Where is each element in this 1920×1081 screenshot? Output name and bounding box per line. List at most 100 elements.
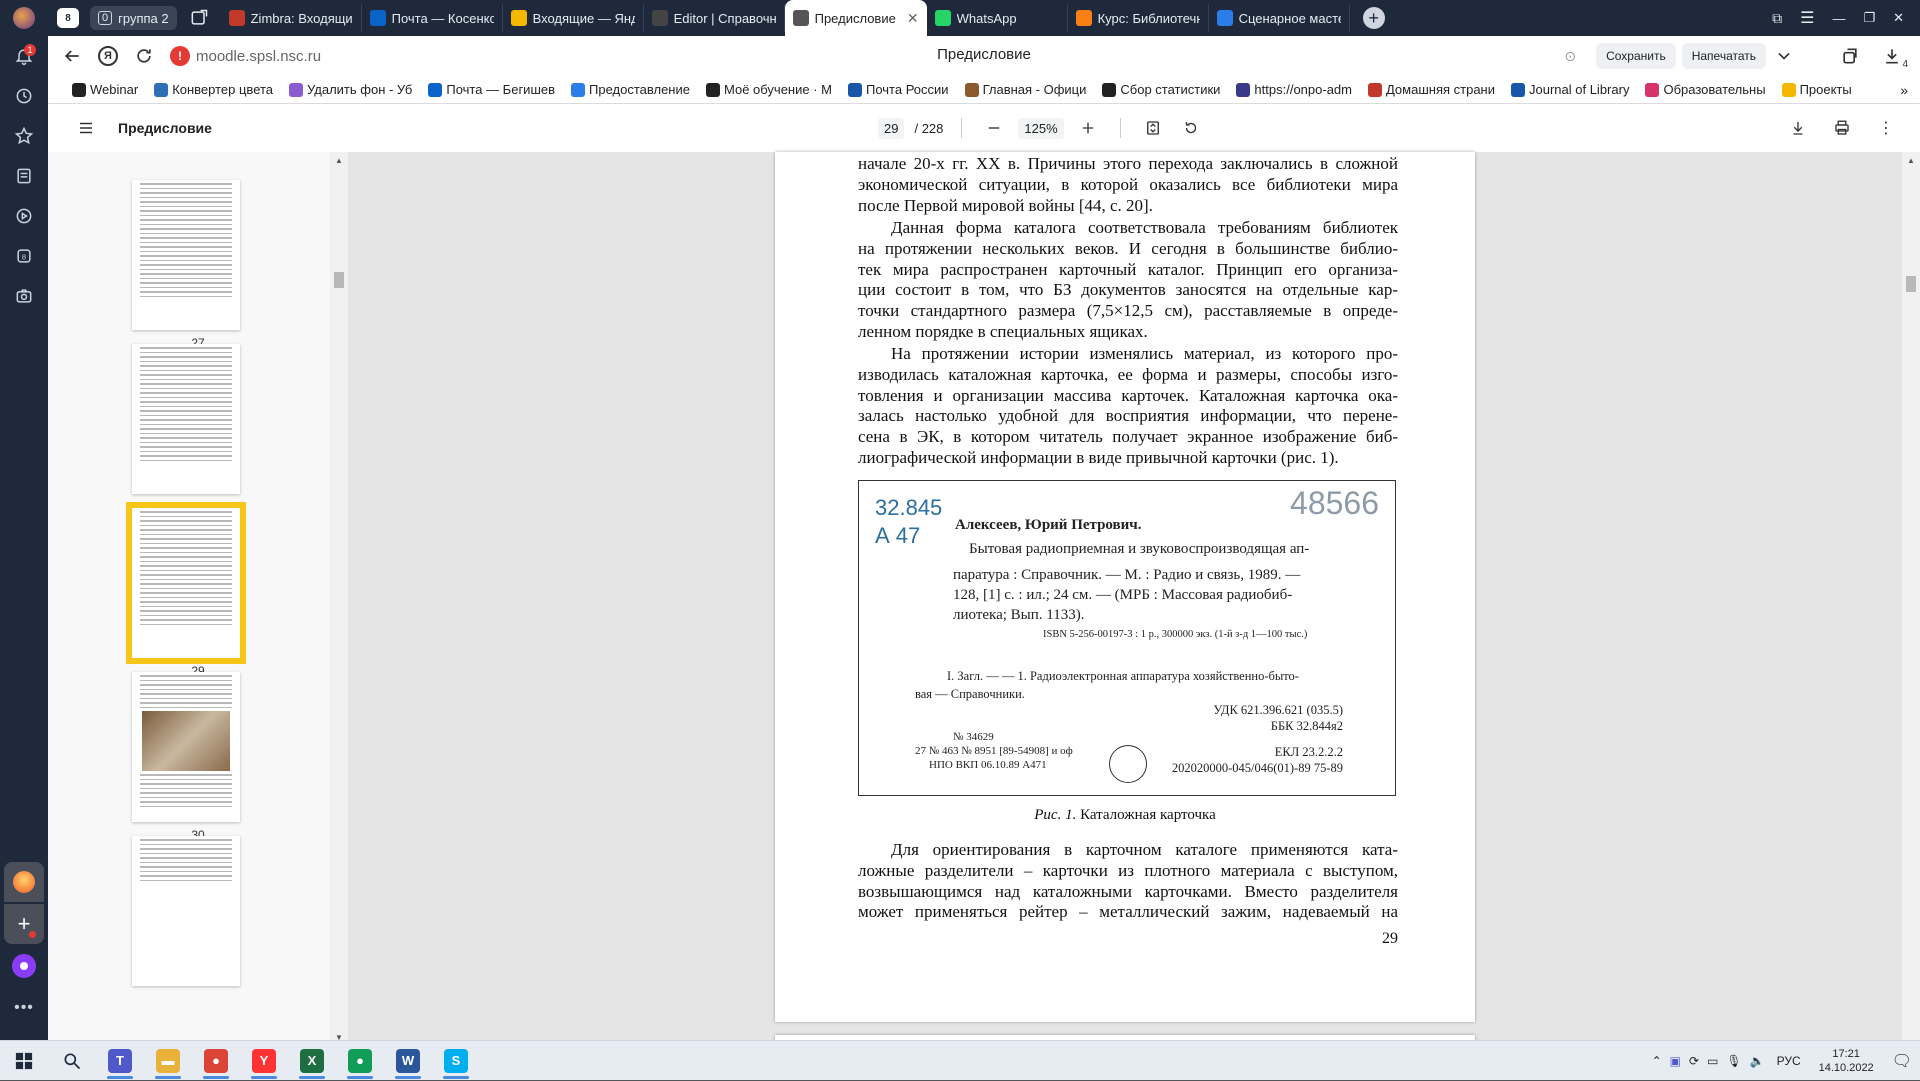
bookmark-item[interactable]: Проекты <box>1774 82 1860 97</box>
excel-icon[interactable]: X <box>288 1041 336 1081</box>
microphone-icon[interactable]: 🎙 <box>1726 1054 1741 1068</box>
browser-tab[interactable]: Сценарное мастерств <box>1209 4 1350 32</box>
page-number-input[interactable]: 29 <box>878 117 905 139</box>
bookmark-item[interactable]: Моё обучение · M <box>698 82 840 97</box>
bookmark-item[interactable]: Почта России <box>840 82 957 97</box>
browser-tab[interactable]: Предисловие ✕ <box>784 0 927 36</box>
chrome-icon[interactable]: ● <box>192 1041 240 1081</box>
minimize-icon[interactable]: — <box>1832 11 1845 26</box>
camera-icon[interactable] <box>0 276 48 316</box>
page-thumbnail[interactable] <box>132 344 240 494</box>
zoom-out-icon[interactable] <box>980 114 1008 142</box>
notification-center-icon[interactable]: 🗨 <box>1892 1051 1912 1071</box>
clock[interactable]: 17:21 14.10.2022 <box>1819 1047 1874 1075</box>
browser-menu-icon[interactable]: ☰ <box>1800 8 1814 28</box>
teams-tray-icon[interactable]: ▣ <box>1670 1054 1681 1068</box>
running-indicator <box>395 1075 421 1079</box>
zen-app-icon[interactable] <box>4 862 44 902</box>
page-thumbnail[interactable] <box>132 672 240 822</box>
add-panel-icon[interactable]: + <box>4 904 44 944</box>
back-button[interactable] <box>54 38 90 74</box>
tab-list-button[interactable]: 8 <box>52 4 84 32</box>
url-field[interactable]: moodle.spsl.nsc.ru <box>196 48 321 65</box>
browser-tab[interactable]: Курс: Библиотечно-и <box>1068 4 1209 32</box>
windows-start-icon[interactable] <box>0 1041 48 1081</box>
page-thumbnail[interactable] <box>132 180 240 330</box>
close-window-icon[interactable]: ✕ <box>1893 10 1904 26</box>
yandex-logo-icon[interactable]: Я <box>90 38 126 74</box>
restore-icon[interactable]: ❐ <box>1863 10 1875 26</box>
rotate-icon[interactable] <box>1177 114 1205 142</box>
sync-tray-icon[interactable]: ⟳ <box>1689 1054 1699 1068</box>
card-udk: УДК 621.396.621 (035.5) <box>1213 703 1343 717</box>
page-thumbnail[interactable] <box>132 836 240 986</box>
bookmark-item[interactable]: Предоставление <box>563 82 698 97</box>
downloads-icon[interactable]: 4 <box>1874 38 1910 74</box>
skype-icon[interactable]: S <box>432 1041 480 1081</box>
volume-icon[interactable]: 🔈 <box>1750 1054 1765 1068</box>
browser-tab[interactable]: Почта — Косенкова <box>362 4 503 32</box>
word-icon[interactable]: W <box>384 1041 432 1081</box>
new-tab-button[interactable]: + <box>1358 4 1390 32</box>
security-warning-icon[interactable]: ! <box>170 46 190 66</box>
print-button[interactable]: Напечатать <box>1681 43 1766 69</box>
card-bbk: ББК 32.844я2 <box>1270 719 1343 733</box>
thumbnail-scrollbar[interactable]: ▲ ▼ <box>330 152 348 1042</box>
thumbnail-scroll-thumb[interactable] <box>334 272 344 288</box>
bookmark-item[interactable]: Домашняя страни <box>1360 82 1503 97</box>
tray-chevron-up-icon[interactable]: ⌃ <box>1652 1054 1662 1068</box>
history-icon[interactable] <box>0 76 48 116</box>
browser-tab[interactable]: Входящие — Яндекс <box>503 4 644 32</box>
text-line: ленном порядке в специальных ящиках. <box>858 321 1148 341</box>
chrome-profile-icon[interactable]: ● <box>336 1041 384 1081</box>
search-icon[interactable] <box>48 1041 96 1081</box>
browser-tab[interactable]: Zimbra: Входящие (60 <box>221 4 362 32</box>
browser-tab[interactable]: Editor | Справочно-п <box>644 4 785 32</box>
bookmark-item[interactable]: Почта — Бегишев <box>420 82 563 97</box>
reload-button[interactable] <box>126 38 162 74</box>
collections-bookmark-icon[interactable]: ⧉ <box>1772 10 1782 27</box>
bookmark-item[interactable]: Journal of Library <box>1503 82 1637 97</box>
bookmarks-star-icon[interactable] <box>0 116 48 156</box>
print-icon[interactable] <box>1828 114 1856 142</box>
reader-mode-icon[interactable]: ⊙ <box>1564 48 1576 65</box>
chevron-down-icon[interactable] <box>1766 38 1802 74</box>
zoom-in-icon[interactable] <box>1074 114 1102 142</box>
notifications-icon[interactable]: 1 <box>0 36 48 76</box>
pdf-scroll-thumb[interactable] <box>1906 276 1916 292</box>
bookmarks-overflow-icon[interactable]: » <box>1900 82 1908 98</box>
close-tab-icon[interactable]: ✕ <box>907 10 919 27</box>
editor-icon <box>651 10 668 26</box>
file-explorer-icon[interactable]: ▬ <box>144 1041 192 1081</box>
network-icon[interactable]: ▭ <box>1707 1054 1718 1068</box>
app-8-icon[interactable]: 8 <box>0 236 48 276</box>
pdf-menu-icon[interactable] <box>68 110 104 146</box>
bookmark-item[interactable]: Webinar <box>64 82 146 97</box>
profile-avatar[interactable] <box>0 0 48 36</box>
more-icon[interactable]: ••• <box>0 988 48 1028</box>
yandex-browser-icon[interactable]: Y <box>240 1041 288 1081</box>
bookmark-item[interactable]: Удалить фон - Уб <box>281 82 420 97</box>
browser-tab[interactable]: WhatsApp <box>927 4 1068 32</box>
page-thumbnail[interactable] <box>126 502 246 664</box>
teams-icon[interactable]: T <box>96 1041 144 1081</box>
zoom-input[interactable]: 125% <box>1018 117 1064 139</box>
bookmark-item[interactable]: https://onpo-adm <box>1228 82 1360 97</box>
bookmark-item[interactable]: Главная - Офици <box>957 82 1095 97</box>
extensions-icon[interactable] <box>1832 38 1868 74</box>
collections-icon[interactable] <box>0 156 48 196</box>
download-pdf-icon[interactable] <box>1784 114 1812 142</box>
new-tab-group-icon[interactable] <box>183 4 215 32</box>
bookmark-item[interactable]: Образовательны <box>1637 82 1773 97</box>
alice-icon[interactable] <box>0 946 48 986</box>
bookmark-item[interactable]: Конвертер цвета <box>146 82 281 97</box>
pdf-scrollbar[interactable]: ▲ <box>1902 152 1920 1040</box>
tab-group[interactable]: 0 группа 2 <box>90 6 177 30</box>
media-play-icon[interactable] <box>0 196 48 236</box>
language-indicator[interactable]: РУС <box>1777 1054 1801 1068</box>
save-button[interactable]: Сохранить <box>1596 43 1676 69</box>
tab-group-count: 0 <box>98 11 113 25</box>
more-options-icon[interactable]: ⋮ <box>1872 114 1900 142</box>
fit-page-icon[interactable] <box>1139 114 1167 142</box>
bookmark-item[interactable]: Сбор статистики <box>1094 82 1228 97</box>
